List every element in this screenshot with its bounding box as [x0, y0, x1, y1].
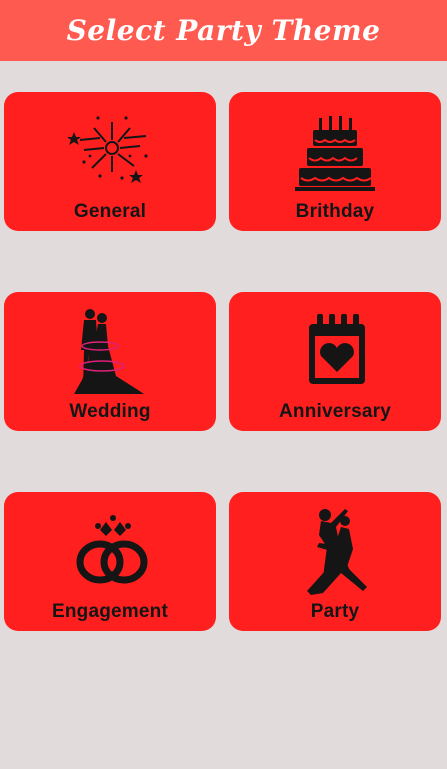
- theme-tile-wedding[interactable]: Wedding: [4, 292, 216, 431]
- theme-tile-engagement[interactable]: Engagement: [4, 492, 216, 631]
- theme-label: Engagement: [51, 601, 169, 622]
- theme-tile-general[interactable]: General: [4, 92, 216, 231]
- theme-tile-birthday[interactable]: Brithday: [229, 92, 441, 231]
- theme-label: General: [73, 201, 147, 222]
- theme-tile-party[interactable]: Party: [229, 492, 441, 631]
- theme-tile-anniversary[interactable]: Anniversary: [229, 292, 441, 431]
- engagement-rings-icon: [4, 504, 216, 600]
- fireworks-icon: [4, 104, 216, 200]
- theme-label: Brithday: [295, 201, 375, 222]
- heart-calendar-icon: [229, 304, 441, 400]
- wedding-couple-icon: [4, 304, 216, 400]
- birthday-cake-icon: [229, 104, 441, 200]
- theme-label: Wedding: [69, 401, 151, 422]
- theme-grid: General Brithday Wedding Anniversary Eng…: [0, 0, 447, 769]
- theme-label: Anniversary: [278, 401, 392, 422]
- dancing-couple-icon: [229, 504, 441, 600]
- theme-label: Party: [310, 601, 360, 622]
